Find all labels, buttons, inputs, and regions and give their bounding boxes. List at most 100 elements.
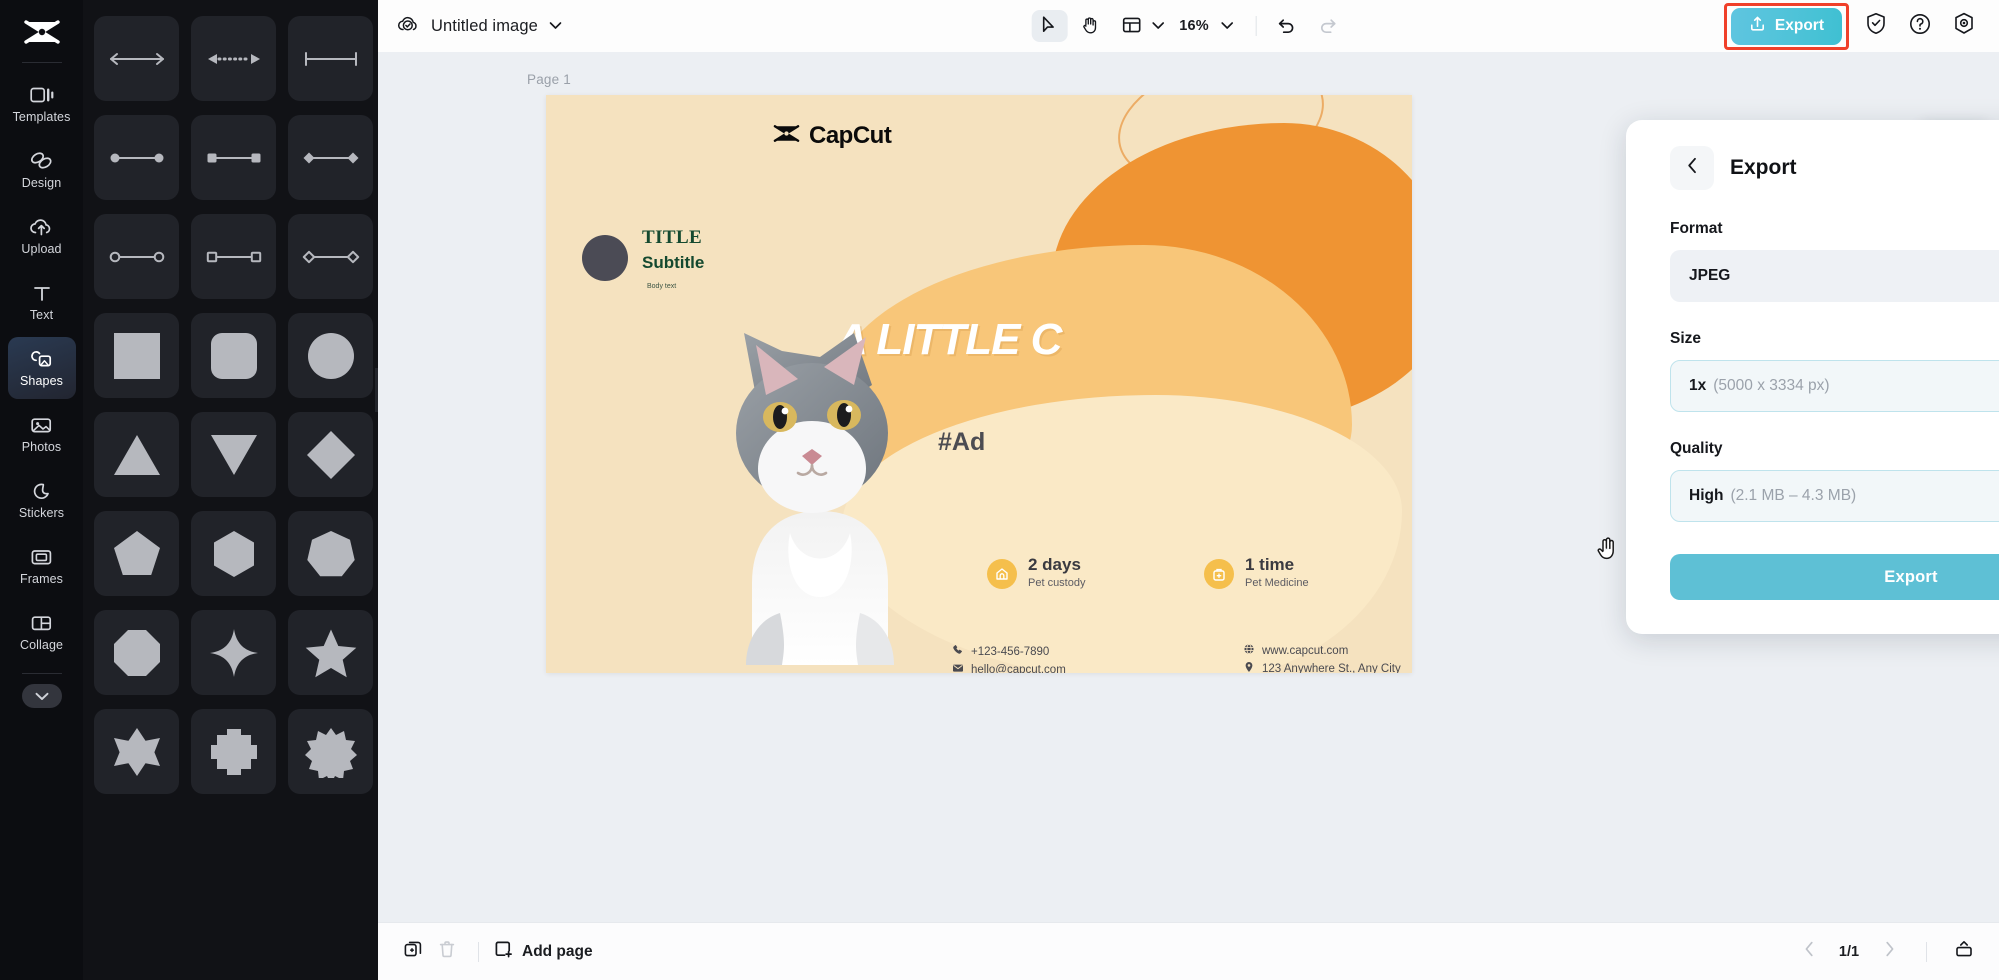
- pet-house-icon: [987, 558, 1017, 589]
- next-page-button[interactable]: [1872, 935, 1906, 969]
- collapse-panel-icon: [1954, 939, 1974, 964]
- size-detail: (5000 x 3334 px): [1713, 377, 1830, 394]
- canvas-area[interactable]: Page 1 CapCut TITLE Subtitle Body text A…: [378, 52, 1999, 922]
- format-value: JPEG: [1689, 267, 1731, 284]
- sidebar-item-shapes[interactable]: Shapes: [7, 337, 76, 399]
- shape-line-filled-square-ends[interactable]: [191, 115, 276, 200]
- shape-four-point-star[interactable]: [191, 610, 276, 695]
- shape-eight-point-star[interactable]: [191, 709, 276, 794]
- frames-icon: [29, 546, 54, 568]
- shape-line-hollow-square-ends[interactable]: [191, 214, 276, 299]
- shape-line-filled-diamond-ends[interactable]: [288, 115, 373, 200]
- export-submit-button[interactable]: Export: [1670, 554, 1999, 600]
- shield-check-button[interactable]: [1859, 9, 1893, 43]
- add-page-icon: [493, 939, 513, 964]
- shape-line-hollow-diamond-ends[interactable]: [288, 214, 373, 299]
- shapes-icon: [29, 348, 54, 370]
- shape-pentagon[interactable]: [94, 511, 179, 596]
- rail-divider: [21, 62, 62, 63]
- cursor-select-tool[interactable]: [1031, 10, 1068, 42]
- photos-icon: [29, 414, 54, 436]
- prev-page-button[interactable]: [1792, 935, 1826, 969]
- pet-medicine-icon: [1204, 558, 1234, 589]
- page-navigation: 1/1: [1792, 935, 1981, 969]
- poster-contact: hello@capcut.com: [952, 662, 1066, 673]
- capcut-logo-icon: [772, 122, 801, 150]
- left-nav-rail: Templates Design Upload Text Shapes Phot…: [0, 0, 83, 980]
- shape-double-arrow-line[interactable]: [94, 16, 179, 101]
- sidebar-item-label: Text: [29, 308, 54, 323]
- shape-triangle-up[interactable]: [94, 412, 179, 497]
- layout-selector[interactable]: [1113, 10, 1164, 42]
- capcut-logo-icon[interactable]: [19, 14, 65, 50]
- shape-triangle-down[interactable]: [191, 412, 276, 497]
- export-button[interactable]: Export: [1730, 7, 1842, 45]
- poster-feature: 1 time Pet Medicine: [1204, 555, 1309, 591]
- sidebar-item-label: Photos: [21, 440, 62, 455]
- poster-contact: +123-456-7890: [952, 644, 1049, 659]
- shapes-grid: [83, 0, 378, 794]
- bottom-divider: [478, 941, 479, 962]
- chevron-down-icon[interactable]: [1215, 17, 1244, 35]
- export-panel-back-button[interactable]: [1670, 146, 1714, 190]
- chevron-down-icon[interactable]: [21, 684, 62, 708]
- sidebar-item-collage[interactable]: Collage: [8, 601, 76, 663]
- add-page-button[interactable]: Add page: [493, 939, 593, 964]
- sidebar-item-photos[interactable]: Photos: [8, 403, 76, 465]
- shape-rounded-square[interactable]: [191, 313, 276, 398]
- shape-twelve-point-star[interactable]: [288, 709, 373, 794]
- shape-octagon[interactable]: [94, 610, 179, 695]
- shape-hexagon[interactable]: [191, 511, 276, 596]
- undo-button[interactable]: [1269, 10, 1305, 42]
- poster-contact: www.capcut.com: [1243, 643, 1348, 658]
- sidebar-item-templates[interactable]: Templates: [8, 73, 76, 135]
- settings-button[interactable]: [1947, 9, 1981, 43]
- cat-photo: [736, 333, 894, 665]
- shape-diamond[interactable]: [288, 412, 373, 497]
- poster-brand-logo: CapCut: [772, 122, 892, 150]
- shape-square[interactable]: [94, 313, 179, 398]
- poster-artboard[interactable]: CapCut TITLE Subtitle Body text A LITTLE…: [546, 95, 1412, 673]
- sidebar-item-design[interactable]: Design: [8, 139, 76, 201]
- shape-line-end-caps[interactable]: [288, 16, 373, 101]
- format-select[interactable]: JPEG: [1670, 250, 1999, 302]
- panel-collapse-handle[interactable]: [375, 368, 378, 412]
- chevron-right-icon: [1884, 941, 1895, 962]
- export-panel-title: Export: [1730, 156, 1797, 179]
- size-select[interactable]: 1x (5000 x 3334 px): [1670, 360, 1999, 412]
- hand-pan-tool[interactable]: [1072, 10, 1108, 42]
- collapse-panel-button[interactable]: [1947, 935, 1981, 969]
- shape-line-hollow-circle-ends[interactable]: [94, 214, 179, 299]
- shape-heptagon[interactable]: [288, 511, 373, 596]
- cloud-saved-icon: [396, 13, 420, 39]
- delete-page-button[interactable]: [430, 935, 464, 969]
- shape-circle[interactable]: [288, 313, 373, 398]
- sidebar-item-label: Design: [21, 176, 62, 191]
- quality-label: Quality: [1670, 440, 1723, 457]
- poster-title: TITLE: [642, 227, 703, 248]
- export-button-label: Export: [1774, 17, 1824, 34]
- document-title-menu[interactable]: Untitled image: [396, 13, 562, 39]
- phone-icon: [952, 644, 964, 659]
- shape-line-filled-circle-ends[interactable]: [94, 115, 179, 200]
- quality-select[interactable]: High (2.1 MB – 4.3 MB): [1670, 470, 1999, 522]
- settings-gear-icon: [1953, 12, 1975, 40]
- duplicate-page-button[interactable]: [396, 935, 430, 969]
- sidebar-item-frames[interactable]: Frames: [8, 535, 76, 597]
- shape-dotted-double-arrow[interactable]: [191, 16, 276, 101]
- page-indicator: 1/1: [1838, 943, 1860, 960]
- undo-icon: [1277, 16, 1297, 37]
- help-button[interactable]: [1903, 9, 1937, 43]
- chevron-down-icon[interactable]: [549, 17, 562, 35]
- sidebar-item-upload[interactable]: Upload: [8, 205, 76, 267]
- layout-grid-button[interactable]: [1113, 10, 1149, 42]
- toolbar-divider: [1255, 16, 1257, 36]
- poster-contact-text: hello@capcut.com: [971, 663, 1066, 674]
- sidebar-item-stickers[interactable]: Stickers: [8, 469, 76, 531]
- zoom-selector[interactable]: 16%: [1169, 17, 1244, 35]
- redo-button[interactable]: [1310, 10, 1346, 42]
- shape-five-point-star[interactable]: [288, 610, 373, 695]
- sidebar-item-text[interactable]: Text: [8, 271, 76, 333]
- chevron-down-icon[interactable]: [1151, 17, 1164, 35]
- shape-six-point-star[interactable]: [94, 709, 179, 794]
